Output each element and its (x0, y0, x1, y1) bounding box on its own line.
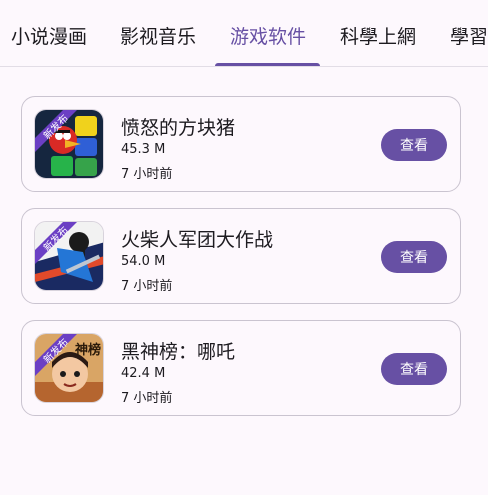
app-size: 45.3 M (121, 142, 166, 157)
app-list: 新发布 愤怒的方块猪 45.3 M 7 小时前 查看 新发布 火柴人军团大作战 … (21, 96, 461, 432)
tab-video-music[interactable]: 影视音乐 (120, 0, 196, 66)
app-update-time: 7 小时前 (121, 391, 173, 406)
icon-title-text: 神榜 (75, 342, 101, 358)
nezha-character-icon: 神榜 新发布 (34, 333, 104, 403)
app-name: 火柴人军团大作战 (121, 229, 274, 251)
view-button[interactable]: 查看 (381, 241, 447, 273)
app-card[interactable]: 新发布 愤怒的方块猪 45.3 M 7 小时前 查看 (21, 96, 461, 192)
view-button[interactable]: 查看 (381, 129, 447, 161)
app-size: 42.4 M (121, 366, 166, 381)
app-name: 黑神榜：哪吒 (121, 341, 236, 363)
category-tab-bar: 小说漫画 影视音乐 游戏软件 科學上網 學習 (0, 0, 488, 67)
view-button[interactable]: 查看 (381, 353, 447, 385)
app-size: 54.0 M (121, 254, 166, 269)
tab-study[interactable]: 學習 (450, 0, 488, 66)
tab-novel-comics[interactable]: 小说漫画 (11, 0, 87, 66)
app-name: 愤怒的方块猪 (121, 117, 236, 139)
app-card[interactable]: 神榜 新发布 黑神榜：哪吒 42.4 M 7 小时前 查看 (21, 320, 461, 416)
stickman-hero-icon: 新发布 (34, 221, 104, 291)
active-tab-indicator (215, 63, 320, 66)
tab-science-internet[interactable]: 科學上網 (340, 0, 416, 66)
app-card[interactable]: 新发布 火柴人军团大作战 54.0 M 7 小时前 查看 (21, 208, 461, 304)
app-update-time: 7 小时前 (121, 279, 173, 294)
app-update-time: 7 小时前 (121, 167, 173, 182)
angry-bird-blocks-icon: 新发布 (34, 109, 104, 179)
tab-games-software[interactable]: 游戏软件 (230, 0, 306, 66)
